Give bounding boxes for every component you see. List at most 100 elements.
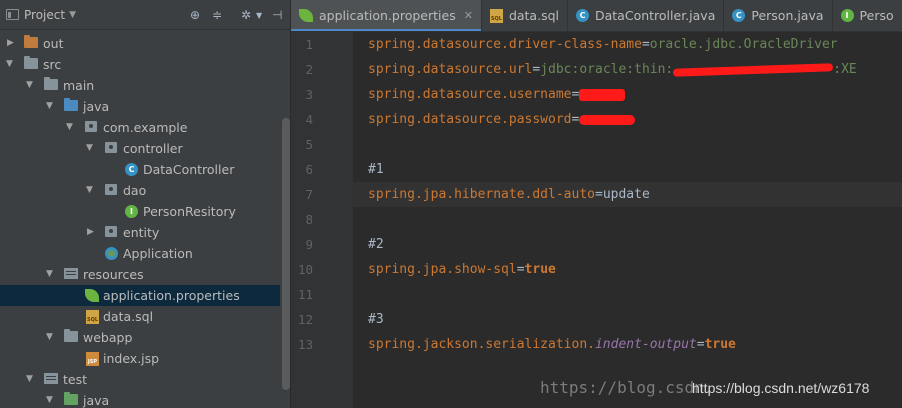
tree-node-datacontroller[interactable]: C DataController bbox=[0, 159, 280, 180]
watermark-overlay: https://blog.csdn.net/wz6178 bbox=[692, 380, 870, 396]
tree-node-index-jsp[interactable]: JSP index.jsp bbox=[0, 348, 280, 369]
tree-node-entity[interactable]: ▶ entity bbox=[0, 222, 280, 243]
project-panel-title[interactable]: Project bbox=[24, 8, 65, 22]
collapse-arrow-icon[interactable]: ▼ bbox=[46, 96, 53, 117]
code-line-10[interactable]: spring.jpa.show-sql=true bbox=[353, 257, 902, 282]
tree-node-personresitory[interactable]: I PersonResitory bbox=[0, 201, 280, 222]
hide-panel-icon[interactable]: ⊣ bbox=[272, 0, 282, 30]
code-line-9[interactable]: #2 bbox=[353, 232, 902, 257]
code-line-1[interactable]: spring.datasource.driver-class-name=orac… bbox=[353, 32, 902, 57]
line-number: 3 bbox=[305, 87, 313, 102]
expand-arrow-icon[interactable]: ▶ bbox=[7, 33, 14, 54]
redaction-scribble bbox=[579, 88, 626, 101]
folder-blue-icon bbox=[64, 98, 78, 111]
property-key: spring.datasource.driver-class-name bbox=[368, 37, 642, 52]
tree-node-controller[interactable]: ▼ controller bbox=[0, 138, 280, 159]
collapse-arrow-icon[interactable]: ▼ bbox=[46, 327, 53, 348]
package-icon bbox=[105, 226, 117, 237]
watermark-faint: https://blog.csdn. bbox=[540, 378, 714, 397]
tree-node-application[interactable]: Application bbox=[0, 243, 280, 264]
tree-node-label: out bbox=[43, 36, 64, 51]
scroll-from-source-icon[interactable]: ⊕ bbox=[190, 0, 200, 30]
code-line-4[interactable]: spring.datasource.password= bbox=[353, 107, 902, 132]
tree-node-resources[interactable]: ▼ resources bbox=[0, 264, 280, 285]
property-key: spring.jpa.show-sql bbox=[368, 262, 517, 277]
spring-properties-icon bbox=[299, 9, 313, 22]
tree-node-label: test bbox=[63, 372, 88, 387]
code-line-2[interactable]: spring.datasource.url=jdbc:oracle:thin::… bbox=[353, 57, 902, 82]
redaction-scribble bbox=[673, 62, 834, 77]
tree-node-label: src bbox=[43, 57, 62, 72]
tree-node-test-java[interactable]: ▼ java bbox=[0, 390, 280, 408]
code-line-6[interactable]: #1 bbox=[353, 157, 902, 182]
property-value: oracle.jdbc.OracleDriver bbox=[649, 37, 838, 52]
code-text-area[interactable]: spring.datasource.driver-class-name = orac… bbox=[353, 32, 902, 408]
collapse-arrow-icon[interactable]: ▼ bbox=[86, 138, 93, 159]
line-number: 9 bbox=[305, 237, 313, 252]
redaction-scribble bbox=[579, 114, 636, 125]
spring-boot-app-icon bbox=[105, 247, 118, 260]
collapse-arrow-icon[interactable]: ▼ bbox=[66, 117, 73, 138]
project-panel-header: Project ▼ ⊕ ≑ ✲ ▼ ⊣ bbox=[0, 0, 290, 30]
tree-node-application-properties[interactable]: application.properties bbox=[0, 285, 280, 306]
project-view-icon bbox=[6, 9, 19, 20]
tab-label: DataController.java bbox=[595, 8, 716, 23]
folder-green-icon bbox=[64, 392, 78, 405]
chevron-down-icon[interactable]: ▼ bbox=[69, 10, 76, 20]
collapse-arrow-icon[interactable]: ▼ bbox=[46, 390, 53, 408]
line-number: 10 bbox=[297, 262, 313, 277]
line-number: 7 bbox=[305, 187, 313, 202]
class-icon: C bbox=[125, 163, 138, 176]
tree-node-main[interactable]: ▼ main bbox=[0, 75, 280, 96]
tab-datacontroller-java[interactable]: C DataController.java bbox=[568, 0, 725, 31]
project-tree-scrollbar[interactable] bbox=[282, 118, 290, 390]
editor-area: application.properties ✕ SQL data.sql C … bbox=[290, 0, 902, 408]
comment: #3 bbox=[368, 312, 384, 327]
interface-icon: I bbox=[840, 9, 854, 22]
tree-node-java[interactable]: ▼ java bbox=[0, 96, 280, 117]
expand-arrow-icon[interactable]: ▶ bbox=[87, 222, 94, 243]
code-line-8[interactable] bbox=[353, 207, 902, 232]
line-number: 2 bbox=[305, 62, 313, 77]
equals-sign: = bbox=[696, 337, 705, 352]
collapse-arrow-icon[interactable]: ▼ bbox=[26, 75, 33, 96]
close-icon[interactable]: ✕ bbox=[464, 9, 473, 22]
collapse-arrow-icon[interactable]: ▼ bbox=[86, 180, 93, 201]
property-key: spring.datasource.url bbox=[368, 62, 533, 77]
tree-node-com-example[interactable]: ▼ com.example bbox=[0, 117, 280, 138]
resources-folder-icon bbox=[64, 268, 78, 279]
tab-application-properties[interactable]: application.properties ✕ bbox=[291, 0, 482, 31]
code-line-11[interactable] bbox=[353, 282, 902, 307]
tree-node-label: entity bbox=[123, 225, 160, 240]
tree-node-out[interactable]: ▶ out bbox=[0, 33, 280, 54]
tree-node-test[interactable]: ▼ test bbox=[0, 369, 280, 390]
property-key-italic: indent-output bbox=[594, 337, 697, 352]
code-line-13[interactable]: spring.jackson.serialization.indent-outp… bbox=[353, 332, 902, 357]
tree-node-label: index.jsp bbox=[103, 351, 160, 366]
tree-node-src[interactable]: ▼ src bbox=[0, 54, 280, 75]
editor-tab-bar: application.properties ✕ SQL data.sql C … bbox=[291, 0, 902, 32]
class-icon: C bbox=[576, 9, 589, 22]
tab-data-sql[interactable]: SQL data.sql bbox=[482, 0, 568, 31]
code-line-12[interactable]: #3 bbox=[353, 307, 902, 332]
tree-node-dao[interactable]: ▼ dao bbox=[0, 180, 280, 201]
collapse-all-icon[interactable]: ≑ bbox=[212, 0, 222, 30]
tree-node-data-sql[interactable]: SQL data.sql bbox=[0, 306, 280, 327]
tree-node-webapp[interactable]: ▼ webapp bbox=[0, 327, 280, 348]
tab-person-truncated[interactable]: I Perso bbox=[833, 0, 902, 31]
collapse-arrow-icon[interactable]: ▼ bbox=[46, 264, 53, 285]
line-number: 4 bbox=[305, 112, 313, 127]
line-number: 1 bbox=[305, 37, 313, 52]
spring-properties-icon bbox=[85, 289, 99, 302]
tab-person-java[interactable]: C Person.java bbox=[724, 0, 833, 31]
collapse-arrow-icon[interactable]: ▼ bbox=[6, 54, 13, 75]
code-line-7[interactable]: spring.jpa.hibernate.ddl-auto=update bbox=[353, 182, 902, 207]
code-line-5[interactable] bbox=[353, 132, 902, 157]
collapse-arrow-icon[interactable]: ▼ bbox=[26, 369, 33, 390]
code-line-3[interactable]: spring.datasource.username= bbox=[353, 82, 902, 107]
gear-menu-chevron-icon[interactable]: ▼ bbox=[256, 0, 262, 30]
tab-label: application.properties bbox=[319, 8, 456, 23]
tree-node-label: com.example bbox=[103, 120, 188, 135]
tree-node-label: main bbox=[63, 78, 95, 93]
gear-icon[interactable]: ✲ bbox=[241, 0, 251, 30]
